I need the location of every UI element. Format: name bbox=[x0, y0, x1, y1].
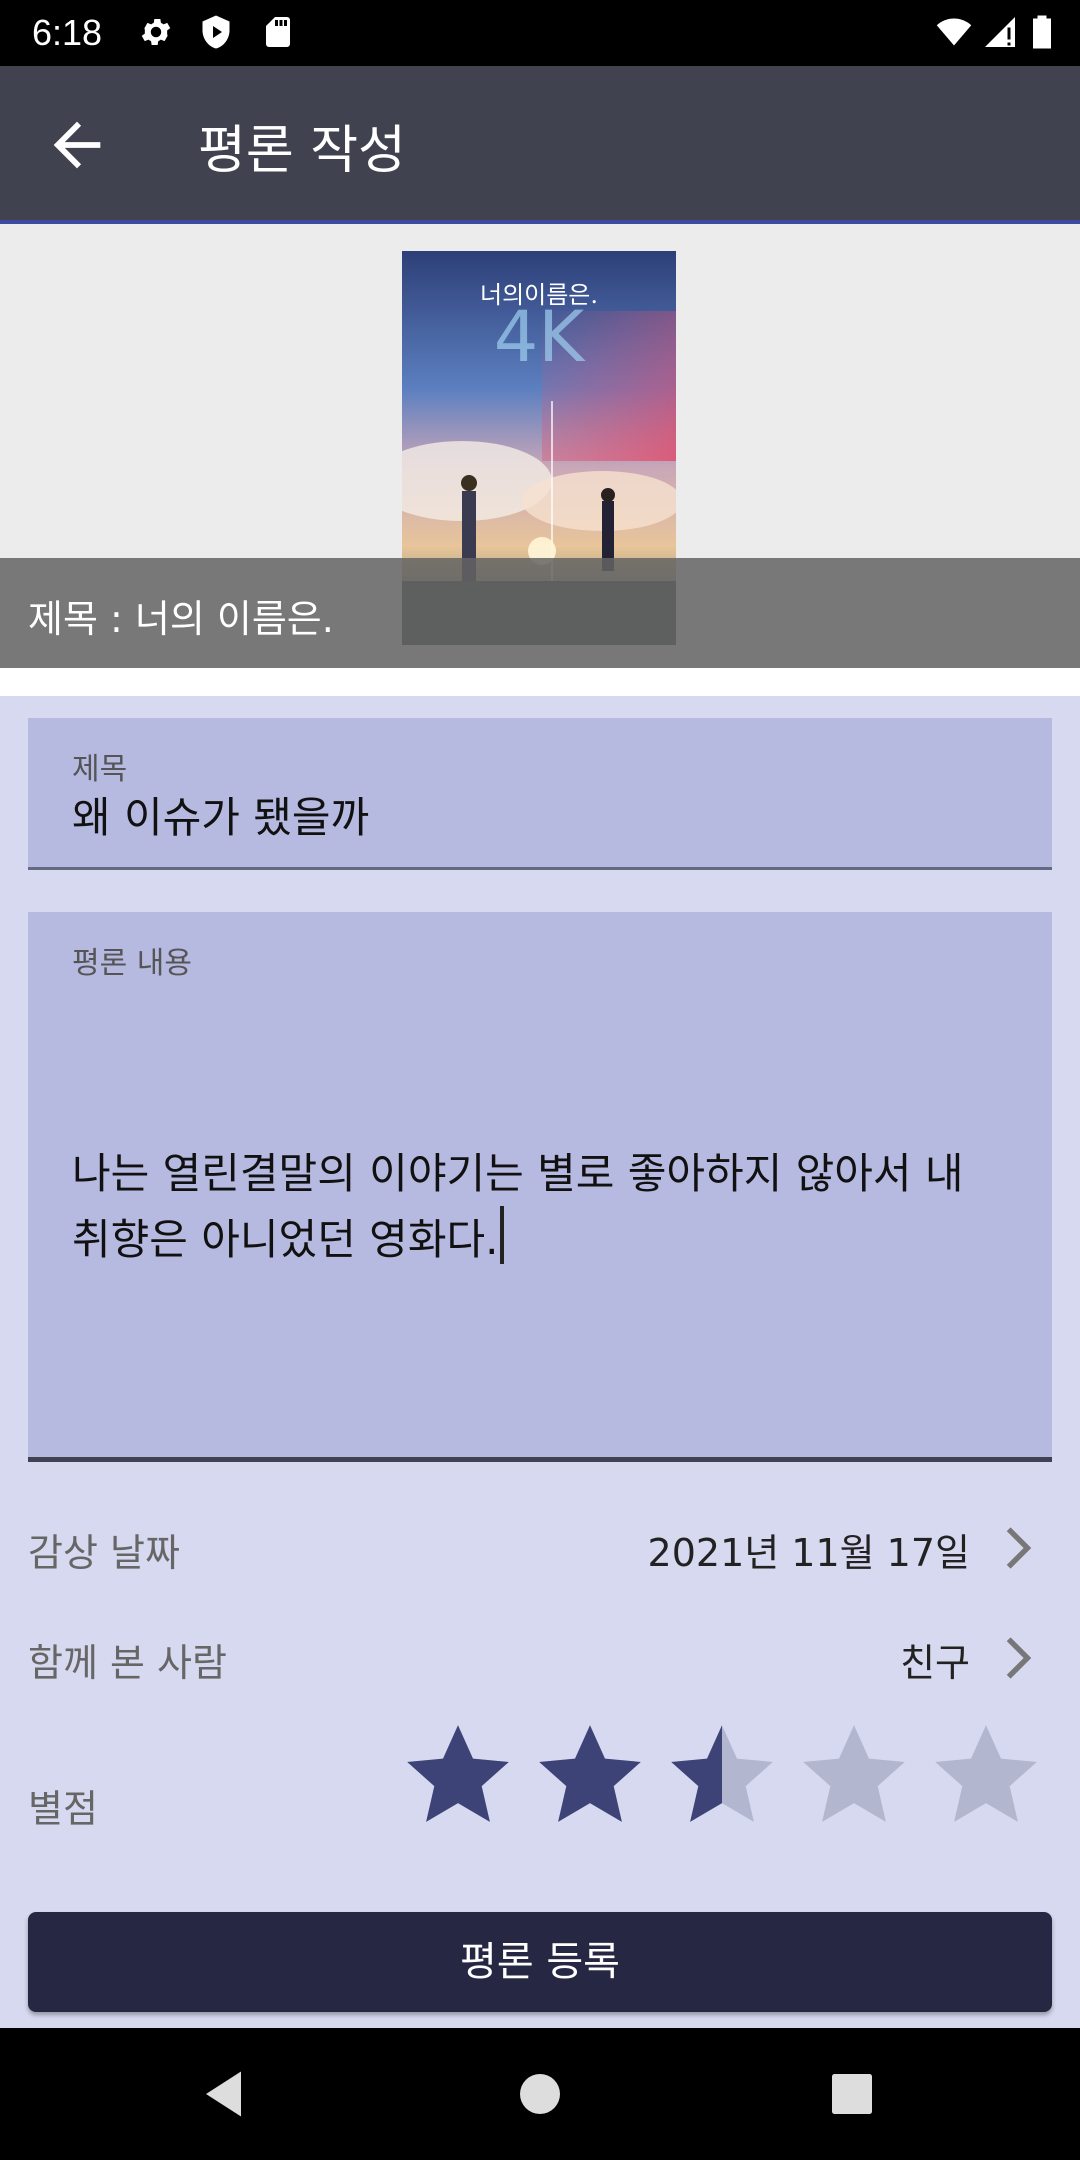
chevron-right-icon[interactable] bbox=[992, 1518, 1042, 1578]
caption-bar: 제목 : 너의 이름은. bbox=[0, 558, 1080, 668]
recents-square-icon[interactable] bbox=[822, 2064, 882, 2124]
app-bar: 평론 작성 bbox=[0, 66, 1080, 224]
text-cursor bbox=[500, 1206, 505, 1264]
watch-date-row[interactable]: 감상 날짜 2021년 11월 17일 bbox=[0, 1500, 1080, 1590]
signal-icon bbox=[985, 17, 1015, 47]
movie-caption: 제목 : 너의 이름은. bbox=[28, 597, 334, 641]
star-icon[interactable] bbox=[664, 1718, 780, 1834]
review-content-label: 평론 내용 bbox=[72, 946, 192, 981]
companion-value: 친구 bbox=[900, 1641, 970, 1685]
watch-date-label: 감상 날짜 bbox=[28, 1531, 180, 1575]
review-title-field[interactable]: 제목 왜 이슈가 됐을까 bbox=[28, 718, 1052, 870]
review-content-input[interactable]: 나는 열린결말의 이야기는 별로 좋아하지 않아서 내 취향은 아니었던 영화다… bbox=[72, 1142, 1012, 1272]
home-circle-icon[interactable] bbox=[510, 2064, 570, 2124]
star-icon[interactable] bbox=[796, 1718, 912, 1834]
star-icon[interactable] bbox=[400, 1718, 516, 1834]
star-icon[interactable] bbox=[532, 1718, 648, 1834]
back-triangle-icon[interactable] bbox=[196, 2064, 256, 2124]
star-rating[interactable] bbox=[400, 1718, 1050, 1838]
star-icon[interactable] bbox=[928, 1718, 1044, 1834]
status-bar: 6:18 bbox=[0, 0, 1080, 66]
poster-title: 너의이름은. bbox=[480, 281, 598, 309]
wifi-icon bbox=[936, 18, 972, 46]
review-content-field[interactable]: 평론 내용 나는 열린결말의 이야기는 별로 좋아하지 않아서 내 취향은 아니… bbox=[28, 912, 1052, 1462]
review-title-label: 제목 bbox=[72, 752, 128, 787]
companion-row[interactable]: 함께 본 사람 친구 bbox=[0, 1610, 1080, 1700]
chevron-right-icon[interactable] bbox=[992, 1628, 1042, 1688]
settings-icon bbox=[141, 18, 171, 46]
companion-label: 함께 본 사람 bbox=[28, 1641, 227, 1685]
submit-review-button[interactable]: 평론 등록 bbox=[28, 1912, 1052, 2012]
rating-label: 별점 bbox=[28, 1787, 98, 1831]
shield-play-icon bbox=[202, 15, 230, 49]
movie-header: 4K 너의이름은. 제목 : 너의 이름은. bbox=[0, 224, 1080, 668]
review-title-input[interactable]: 왜 이슈가 됐을까 bbox=[72, 784, 369, 845]
sd-card-icon bbox=[266, 17, 290, 47]
page-title: 평론 작성 bbox=[198, 121, 406, 181]
battery-icon bbox=[1033, 15, 1051, 49]
navigation-bar bbox=[0, 2028, 1080, 2160]
divider bbox=[0, 668, 1080, 696]
arrow-left-icon[interactable] bbox=[42, 110, 112, 180]
watch-date-value: 2021년 11월 17일 bbox=[647, 1531, 970, 1575]
review-content-text: 나는 열린결말의 이야기는 별로 좋아하지 않아서 내 취향은 아니었던 영화다… bbox=[72, 1149, 964, 1264]
status-time: 6:18 bbox=[32, 12, 103, 53]
